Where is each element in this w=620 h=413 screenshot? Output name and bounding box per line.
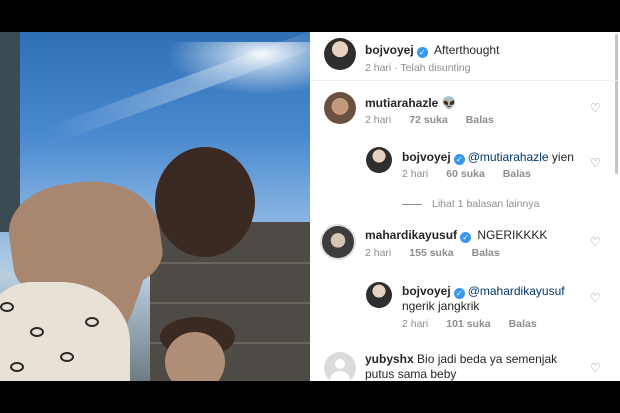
reply-likes[interactable]: 60 suka — [446, 168, 485, 180]
letterbox-top — [0, 0, 620, 32]
divider — [310, 80, 620, 81]
verified-badge-icon: ✓ — [460, 232, 472, 243]
reply-body: yien — [548, 150, 574, 164]
more-replies-line — [402, 203, 422, 205]
commenter-avatar[interactable] — [320, 224, 356, 260]
comment-username[interactable]: yubyshx — [365, 352, 414, 366]
comment-likes[interactable]: 155 suka — [409, 247, 453, 259]
reply-time: 2 hari — [402, 318, 429, 330]
verified-badge-icon: ✓ — [416, 47, 428, 58]
blanket-pattern — [0, 302, 14, 312]
view-more-replies[interactable]: Lihat 1 balasan lainnya — [402, 198, 539, 210]
comment-username[interactable]: mahardikayusuf — [365, 228, 457, 242]
caption-body: Afterthought — [434, 43, 500, 57]
commenter-avatar[interactable] — [324, 92, 356, 124]
comment-likes[interactable]: 72 suka — [409, 114, 448, 126]
commenter-avatar[interactable] — [324, 352, 356, 381]
comment-item: mahardikayusuf ✓ NGERIKKKK 2 hari 155 suka… — [310, 224, 620, 266]
photo-pillar — [0, 32, 20, 232]
comment-meta: 2 hari 72 suka Balas — [365, 114, 512, 126]
post-caption: bojvoyej ✓ Afterthought 2 hari · Telah di… — [310, 38, 620, 78]
reply-avatar[interactable] — [366, 147, 392, 173]
more-replies-label: Lihat 1 balasan lainnya — [432, 198, 540, 210]
reply-likes[interactable]: 101 suka — [446, 318, 490, 330]
default-avatar-head — [335, 359, 345, 369]
comment-text: mutiarahazle 👽 — [365, 96, 457, 111]
reply-button[interactable]: Balas — [466, 114, 494, 126]
heart-icon[interactable]: ♡ — [590, 362, 602, 374]
comments-panel[interactable]: bojvoyej ✓ Afterthought 2 hari · Telah di… — [310, 32, 620, 381]
heart-icon[interactable]: ♡ — [590, 102, 602, 114]
verified-badge-icon: ✓ — [453, 154, 465, 165]
reply-meta: 2 hari 101 suka Balas — [402, 318, 555, 330]
blanket-pattern — [30, 327, 44, 337]
post-photo — [0, 32, 310, 381]
reply-avatar[interactable] — [366, 282, 392, 308]
comment-text: mahardikayusuf ✓ NGERIKKKK — [365, 228, 547, 243]
comment-item: mutiarahazle 👽 2 hari 72 suka Balas ♡ — [310, 92, 620, 132]
reply-item: bojvoyej ✓ @mahardikayusuf ngerik jangkrik … — [310, 282, 620, 332]
fence-slat — [150, 302, 310, 304]
caption-username[interactable]: bojvoyej — [365, 43, 414, 57]
comment-meta: 2 hari 155 suka Balas — [365, 247, 518, 259]
heart-icon[interactable]: ♡ — [590, 292, 602, 304]
blanket-pattern — [10, 362, 24, 372]
fence-slat — [150, 262, 310, 264]
reply-text: bojvoyej ✓ @mahardikayusuf ngerik jangkrik — [402, 284, 602, 314]
reply-username[interactable]: bojvoyej — [402, 150, 451, 164]
reply-mention[interactable]: @mutiarahazle — [468, 150, 549, 164]
author-avatar[interactable] — [324, 38, 356, 70]
reply-mention[interactable]: @mahardikayusuf — [468, 284, 565, 298]
letterbox-bottom — [0, 381, 620, 413]
comment-body: 👽 — [441, 96, 457, 110]
reply-time: 2 hari — [402, 168, 429, 180]
blanket-pattern — [85, 317, 99, 327]
comment-time: 2 hari — [365, 114, 392, 126]
reply-body: ngerik jangkrik — [402, 299, 480, 313]
reply-button[interactable]: Balas — [472, 247, 500, 259]
reply-button[interactable]: Balas — [503, 168, 531, 180]
comment-item: yubyshx Bio jadi beda ya semenjak putus … — [310, 352, 620, 381]
blanket-pattern — [60, 352, 74, 362]
comment-time: 2 hari — [365, 247, 392, 259]
verified-badge-icon: ✓ — [453, 288, 465, 299]
heart-icon[interactable]: ♡ — [590, 236, 602, 248]
caption-text: bojvoyej ✓ Afterthought — [365, 43, 499, 58]
caption-meta: 2 hari · Telah disunting — [365, 62, 471, 74]
comment-body: NGERIKKKK — [477, 228, 548, 242]
reply-username[interactable]: bojvoyej — [402, 284, 451, 298]
heart-icon[interactable]: ♡ — [590, 157, 602, 169]
comment-username[interactable]: mutiarahazle — [365, 96, 438, 110]
reply-button[interactable]: Balas — [509, 318, 537, 330]
reply-item: bojvoyej ✓ @mutiarahazle yien 2 hari 60 suk… — [310, 147, 620, 187]
reply-meta: 2 hari 60 suka Balas — [402, 168, 549, 180]
reply-text: bojvoyej ✓ @mutiarahazle yien — [402, 150, 574, 165]
default-avatar-body — [330, 371, 350, 381]
person-hair — [155, 147, 255, 257]
comment-text: yubyshx Bio jadi beda ya semenjak putus … — [365, 352, 565, 381]
